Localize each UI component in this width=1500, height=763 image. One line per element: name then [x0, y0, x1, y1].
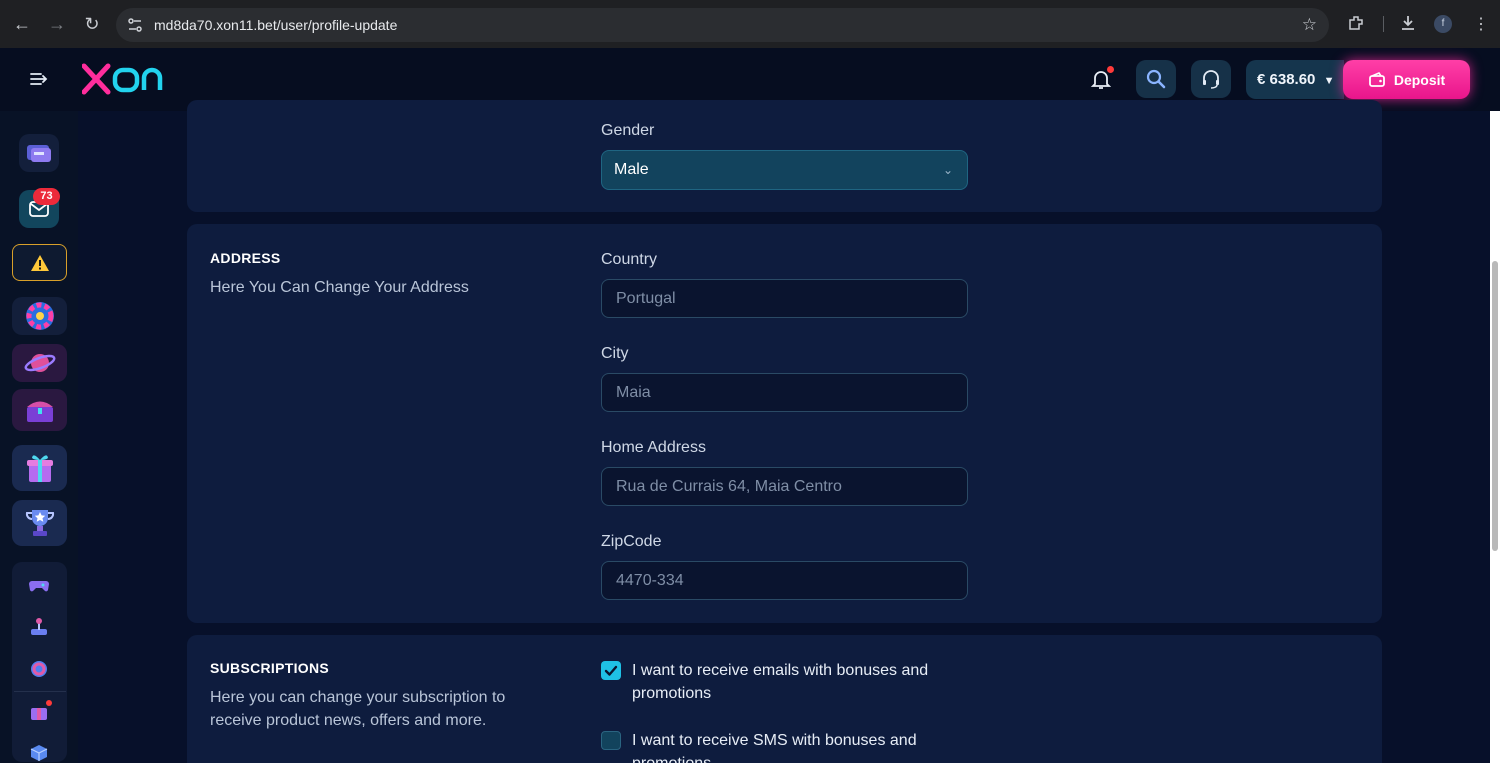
- email-subscription-checkbox[interactable]: [601, 661, 621, 680]
- subscriptions-description: Here you can change your subscription to…: [210, 689, 506, 729]
- site-settings-icon[interactable]: [124, 15, 146, 35]
- sidebar-item-games[interactable]: [28, 576, 50, 599]
- browser-toolbar: ← → ↻ md8da70.xon11.bet/user/profile-upd…: [0, 0, 1500, 48]
- notification-dot: [1107, 66, 1114, 73]
- bookmark-star-icon[interactable]: ☆: [1302, 15, 1317, 35]
- notifications-bell-icon[interactable]: [1088, 66, 1114, 92]
- address-title: ADDRESS: [210, 250, 281, 266]
- sidebar-tournaments[interactable]: [12, 500, 67, 546]
- vip-card-icon: [27, 145, 51, 162]
- cube-icon: [30, 745, 48, 761]
- sms-subscription-label[interactable]: I want to receive SMS with bonuses and p…: [632, 729, 972, 763]
- headset-icon: [1203, 70, 1219, 89]
- city-field[interactable]: Maia: [601, 373, 968, 412]
- reload-icon[interactable]: ↻: [80, 12, 104, 36]
- sidebar-item-casino[interactable]: [29, 659, 49, 684]
- url-text[interactable]: md8da70.xon11.bet/user/profile-update: [154, 17, 397, 33]
- balance-amount: € 638.60: [1257, 71, 1316, 88]
- sidebar-item-bonuses[interactable]: [28, 700, 52, 727]
- deposit-button[interactable]: Deposit: [1343, 60, 1470, 99]
- messages-count-badge: 73: [33, 188, 60, 205]
- gamepad-icon: [29, 581, 49, 592]
- planet-icon: [24, 354, 55, 372]
- subscriptions-title: SUBSCRIPTIONS: [210, 660, 330, 676]
- search-button[interactable]: [1136, 60, 1176, 98]
- sidebar-item-arcade[interactable]: [28, 617, 50, 642]
- sidebar-chest[interactable]: [12, 389, 67, 431]
- chevron-down-icon: ⌄: [942, 163, 953, 177]
- support-button[interactable]: [1191, 60, 1231, 98]
- back-icon[interactable]: ←: [10, 12, 34, 36]
- downloads-icon[interactable]: [1399, 14, 1417, 37]
- browser-menu-icon[interactable]: ⋮: [1473, 14, 1489, 34]
- country-field[interactable]: Portugal: [601, 279, 968, 318]
- fortune-wheel-icon: [25, 302, 54, 330]
- sidebar-planet[interactable]: [12, 344, 67, 382]
- gender-select[interactable]: Male ⌄: [601, 150, 968, 190]
- warning-icon: [30, 254, 49, 271]
- joystick-icon: [31, 618, 47, 635]
- email-subscription-label[interactable]: I want to receive emails with bonuses an…: [632, 659, 972, 705]
- bonus-box-icon: [31, 700, 52, 720]
- checkmark-icon: [604, 665, 618, 676]
- gender-label: Gender: [601, 122, 655, 139]
- sms-subscription-checkbox[interactable]: [601, 731, 621, 750]
- address-bar[interactable]: md8da70.xon11.bet/user/profile-update ☆: [116, 8, 1329, 42]
- extensions-icon[interactable]: [1347, 14, 1365, 37]
- casino-chip-icon: [31, 661, 47, 677]
- sidebar-toggle-icon[interactable]: [28, 68, 50, 90]
- gift-box-icon: [26, 455, 53, 482]
- city-label: City: [601, 345, 629, 362]
- home-address-label: Home Address: [601, 439, 706, 456]
- gender-value: Male: [614, 161, 649, 178]
- wallet-icon: [1368, 71, 1385, 87]
- address-description: Here You Can Change Your Address: [210, 279, 469, 296]
- caret-down-icon: ▼: [1323, 75, 1335, 87]
- home-address-field[interactable]: Rua de Currais 64, Maia Centro: [601, 467, 968, 506]
- browser-profile-avatar[interactable]: f: [1434, 15, 1452, 33]
- sidebar-wheel[interactable]: [12, 297, 67, 335]
- sidebar-vip-card[interactable]: [19, 134, 59, 172]
- toolbar-divider: [1383, 16, 1384, 32]
- sidebar-verification-warning[interactable]: [12, 244, 67, 281]
- page-scrollbar[interactable]: [1490, 111, 1500, 763]
- zipcode-label: ZipCode: [601, 533, 662, 550]
- sidebar-gifts[interactable]: [12, 445, 67, 491]
- treasure-chest-icon: [26, 401, 53, 422]
- scrollbar-thumb[interactable]: [1492, 261, 1498, 551]
- sidebar-item-store[interactable]: [29, 743, 49, 763]
- sidebar-divider: [14, 691, 66, 692]
- search-icon: [1146, 69, 1166, 89]
- trophy-icon: [25, 510, 54, 536]
- xon-logo[interactable]: [81, 62, 172, 96]
- country-label: Country: [601, 251, 658, 268]
- deposit-label: Deposit: [1393, 71, 1446, 88]
- zipcode-field[interactable]: 4470-334: [601, 561, 968, 600]
- forward-icon[interactable]: →: [45, 12, 69, 36]
- balance-dropdown[interactable]: € 638.60 ▼: [1246, 60, 1344, 99]
